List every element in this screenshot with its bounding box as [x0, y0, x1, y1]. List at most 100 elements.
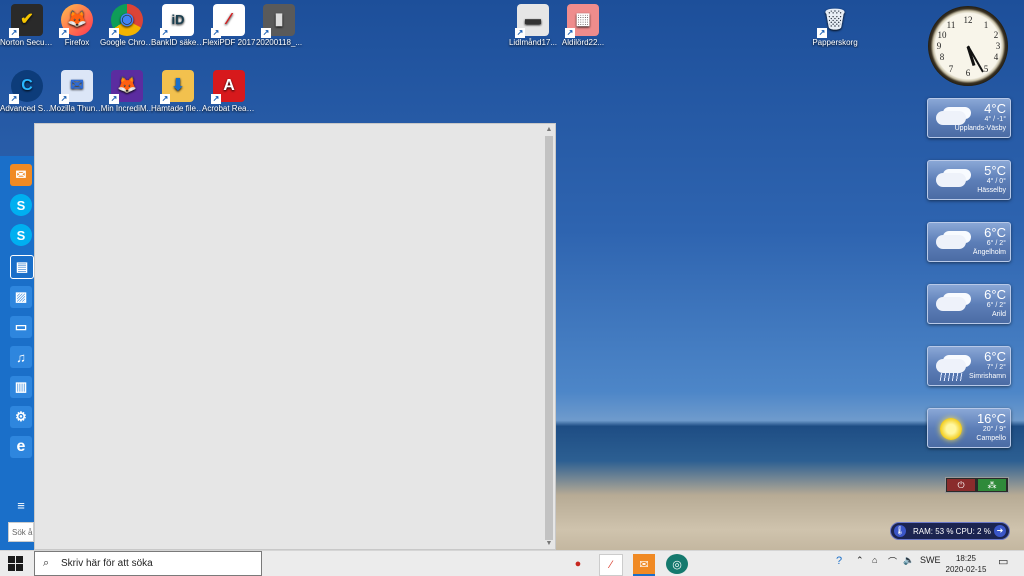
volume-icon[interactable]: 🔈	[903, 555, 914, 566]
desktop-icon-aldi[interactable]: ▦ Aldilörd22...	[556, 0, 610, 48]
desktop-icon-label: Min IncrediM...	[100, 104, 154, 113]
edge-tile[interactable]: e	[10, 436, 32, 458]
desktop-icon-label: Hämtade filer - genväg	[151, 104, 205, 113]
skype-tile[interactable]: S	[10, 224, 32, 246]
power-gadget: ⏻ ⁂	[945, 477, 1009, 493]
power-icon[interactable]: ⏻	[947, 479, 975, 491]
video-tile[interactable]: ▭	[10, 316, 32, 338]
desktop-icon-label: 20200118_...	[255, 38, 303, 47]
image-file-icon: ▮	[261, 4, 295, 38]
arrow-right-icon[interactable]: ➜	[994, 525, 1006, 537]
incredimail-icon: 🦊	[109, 70, 143, 104]
weather-city: Upplands-Väsby	[954, 125, 1006, 132]
chevron-up-icon[interactable]: ⌃	[856, 555, 864, 566]
files-tile[interactable]: ▥	[10, 376, 32, 398]
skype-tile[interactable]: S	[10, 194, 32, 216]
weather-gadget-hasselby[interactable]: 5°C 4° / 0° Hässelby	[927, 160, 1011, 200]
desktop-icon-label: Acrobat Reader DC	[202, 104, 256, 113]
analog-clock-gadget: 12 1 2 3 4 5 6 7 8 9 10 11	[928, 6, 1008, 86]
advanced-systemcare-icon: C	[9, 70, 43, 104]
desktop-icon-firefox[interactable]: 🦊 Firefox	[50, 0, 104, 48]
app-red-icon[interactable]: ●	[567, 554, 589, 574]
desktop-icon-lidl[interactable]: ▬ Lidlmånd17...	[506, 0, 560, 48]
desktop-icon-downloads[interactable]: ⬇ Hämtade filer - genväg	[151, 66, 205, 114]
desktop-icon-chrome[interactable]: ◉ Google Chrome	[100, 0, 154, 48]
taskbar-search-box[interactable]: ⌕ Skriv här för att söka	[34, 551, 262, 576]
taskbar-clock[interactable]: 18:25 2020-02-15	[941, 553, 991, 575]
desktop-icon-photo-file[interactable]: ▮ 20200118_...	[252, 0, 306, 48]
mail-taskbar-icon[interactable]: ✉	[633, 554, 655, 576]
weather-gadget-angelholm[interactable]: 6°C 6° / 2° Ängelholm	[927, 222, 1011, 262]
desktop-icon-flexipdf[interactable]: ⁄ FlexiPDF 2017	[202, 0, 256, 48]
wifi-icon[interactable]: ⌒	[888, 555, 897, 568]
scroll-up-icon[interactable]: ▲	[545, 126, 553, 134]
weather-temp: 4°C	[984, 101, 1006, 116]
weather-range: 6° / 2°	[986, 302, 1006, 309]
desktop-icon-norton[interactable]: ✔ Norton Security	[0, 0, 54, 48]
windows-logo-icon	[8, 556, 15, 563]
desktop-icon-label: Google Chrome	[100, 38, 154, 47]
weather-range: 20° / 9°	[982, 426, 1006, 433]
app-green-icon[interactable]: ◎	[666, 554, 688, 574]
desktop-icon-label: Lidlmånd17...	[508, 38, 558, 47]
thermometer-icon: 🌡	[894, 525, 906, 537]
menu-icon[interactable]: ≡	[10, 494, 32, 516]
image-file-icon: ▬	[515, 4, 549, 38]
start-button[interactable]	[8, 556, 24, 572]
weather-range: 4° / -1°	[984, 116, 1006, 123]
recycle-bin-icon: 🗑	[817, 4, 851, 38]
desktop-icon-bankid[interactable]: iD BankID säkerhetspr...	[151, 0, 205, 48]
weather-city: Campello	[976, 435, 1006, 442]
photos-tile[interactable]: ▨	[10, 286, 32, 308]
start-panel: ▲ ▼	[34, 123, 556, 550]
flexipdf-icon: ⁄	[211, 4, 245, 38]
weather-city: Hässelby	[977, 187, 1006, 194]
music-tile[interactable]: ♫	[10, 346, 32, 368]
desktop-icon-label: Advanced SystemCare	[0, 104, 54, 113]
cloud-icon	[932, 291, 968, 315]
network-icon[interactable]: ⌂	[872, 555, 877, 565]
taskbar-date: 2020-02-15	[945, 565, 987, 574]
sleep-icon[interactable]: ⁂	[978, 479, 1006, 491]
settings-tile[interactable]: ⚙	[10, 406, 32, 428]
weather-gadget-arild[interactable]: 6°C 6° / 2° Arild	[927, 284, 1011, 324]
desktop-icon-label: BankID säkerhetspr...	[151, 38, 205, 47]
desktop-icon-label: Papperskorg	[812, 38, 858, 47]
store-tile[interactable]: ▤	[10, 255, 34, 279]
scroll-down-icon[interactable]: ▼	[545, 540, 553, 548]
mail-tile[interactable]: ✉	[10, 164, 32, 186]
weather-gadget-simrishamn[interactable]: 6°C 7° / 2° Simrishamn	[927, 346, 1011, 386]
help-icon[interactable]: ?	[836, 555, 842, 567]
start-menu-rail: ✉ S S ▤ ▨ ▭ ♫ ▥ ⚙ e ≡	[0, 156, 34, 550]
weather-range: 6° / 2°	[986, 240, 1006, 247]
thunderbird-icon: ✉	[59, 70, 93, 104]
sun-icon	[932, 415, 968, 440]
desktop-icon-thunderbird[interactable]: ✉ Mozilla Thunderbird	[50, 66, 104, 114]
weather-gadget-campello[interactable]: 16°C 20° / 9° Campello	[927, 408, 1011, 448]
desktop-icon-recycle-bin[interactable]: 🗑 Papperskorg	[808, 0, 862, 48]
weather-city: Ängelholm	[972, 249, 1006, 256]
weather-temp: 6°C	[984, 225, 1006, 240]
desktop-icon-acrobat[interactable]: A Acrobat Reader DC	[202, 66, 256, 114]
desktop-icon-advanced-systemcare[interactable]: C Advanced SystemCare	[0, 66, 54, 114]
desktop-icon-label: Firefox	[64, 38, 90, 47]
desktop-icon-label: FlexiPDF 2017	[202, 38, 256, 47]
notification-icon[interactable]: ▭	[998, 555, 1008, 568]
flexipdf-taskbar-icon[interactable]: ⁄	[599, 554, 623, 576]
weather-gadget-upplands-vasby[interactable]: 4°C 4° / -1° Upplands-Väsby	[927, 98, 1011, 138]
rain-icon	[932, 353, 968, 381]
scrollbar-thumb[interactable]	[545, 136, 553, 540]
search-placeholder: Skriv här för att söka	[61, 558, 153, 569]
desktop-icon-incredimail[interactable]: 🦊 Min IncrediM...	[100, 66, 154, 114]
desktop-icon-label: Mozilla Thunderbird	[50, 104, 104, 113]
weather-city: Arild	[991, 311, 1006, 318]
language-indicator[interactable]: SWE	[920, 555, 941, 565]
start-search-field[interactable]: Sök å	[8, 522, 34, 542]
norton-icon: ✔	[9, 4, 43, 38]
weather-temp: 6°C	[984, 287, 1006, 302]
system-monitor-gadget[interactable]: 🌡 RAM: 53 % CPU: 2 % ➜	[890, 522, 1010, 540]
desktop-icon-label: Aldilörd22...	[561, 38, 605, 47]
weather-temp: 5°C	[984, 163, 1006, 178]
acrobat-icon: A	[211, 70, 245, 104]
weather-range: 7° / 2°	[986, 364, 1006, 371]
